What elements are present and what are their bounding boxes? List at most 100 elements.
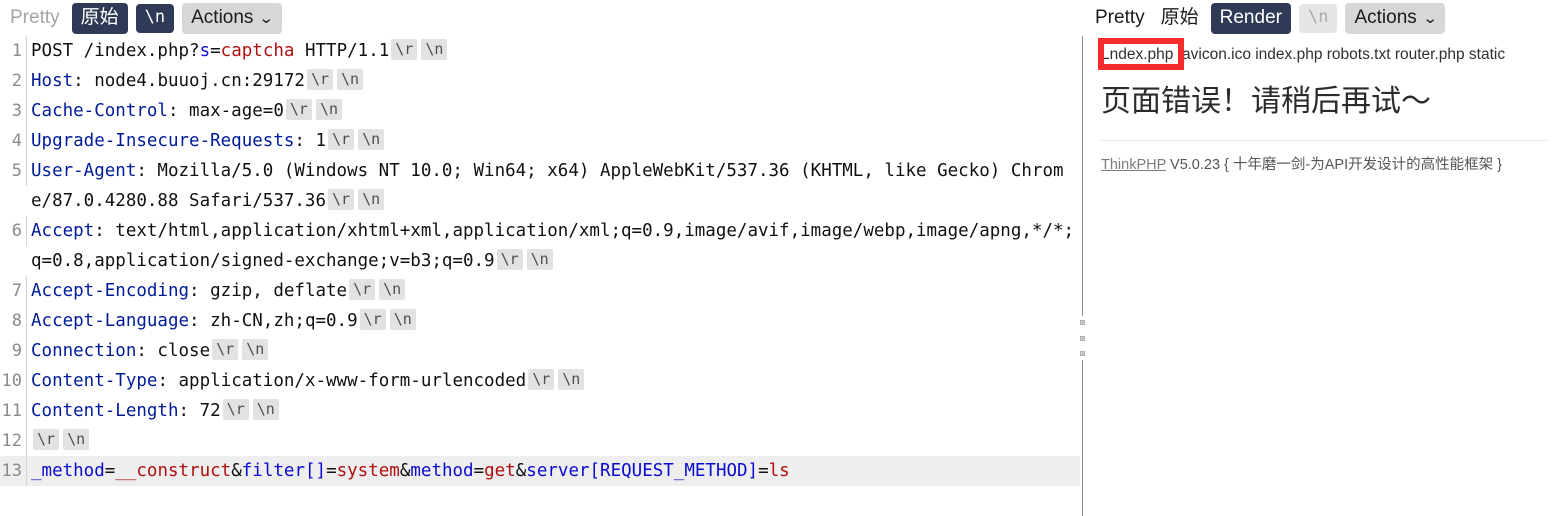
escape-badge: \r (306, 69, 334, 90)
directory-listing-text: Lndex.php favicon.ico index.php robots.t… (1101, 46, 1506, 63)
line-number: 12 (0, 426, 27, 456)
response-toolbar: Pretty 原始 Render \n Actions ⌄ (1085, 0, 1561, 36)
request-line-content: Connection: close \r \n (27, 336, 1080, 366)
line-number: 13 (0, 456, 27, 486)
token-plaintext: : node4.buuoj.cn:29172 (73, 71, 305, 91)
escape-badge: \r (528, 369, 555, 390)
token-plaintext: : gzip, deflate (189, 281, 348, 301)
grip-dot-icon (1079, 351, 1085, 356)
escape-badge: \r (328, 189, 355, 210)
response-render-frame: Lndex.php favicon.ico index.php robots.t… (1087, 36, 1561, 516)
response-tab-raw[interactable]: 原始 (1157, 3, 1203, 34)
escape-badge: \n (242, 339, 269, 360)
line-number: 8 (0, 306, 27, 336)
request-line-content: Host: node4.buuoj.cn:29172 \r \n (27, 66, 1080, 96)
request-line[interactable]: 13 _method=__construct&filter[]=system&me… (0, 456, 1080, 486)
escape-badge: \n (526, 249, 553, 270)
line-number: 9 (0, 336, 27, 366)
request-tab-pretty[interactable]: Pretty (6, 3, 64, 34)
response-actions-button[interactable]: Actions ⌄ (1345, 2, 1446, 34)
token-kw-blue: method (410, 461, 474, 481)
escape-badge: \r (33, 429, 60, 450)
token-hdr: Accept-Encoding (31, 281, 190, 301)
token-plaintext: & (399, 461, 411, 481)
escape-badge: \n (63, 429, 90, 450)
request-line[interactable]: 11 Content-Length: 72 \r \n (0, 396, 1080, 426)
token-hdr: Accept (31, 221, 95, 241)
token-hdr: Connection (31, 341, 137, 361)
chevron-down-icon: ⌄ (1422, 9, 1438, 27)
request-line[interactable]: 12 \r \n (0, 426, 1080, 456)
token-plaintext: = (104, 461, 116, 481)
token-kw-blue: server[REQUEST_METHOD] (526, 461, 759, 481)
token-hdr: Upgrade-Insecure-Requests (31, 131, 295, 151)
token-plaintext: : zh-CN,zh;q=0.9 (189, 311, 358, 331)
token-plaintext: = (210, 41, 221, 61)
line-number: 10 (0, 366, 27, 396)
request-line[interactable]: 1 POST /index.php?s=captcha HTTP/1.1 \r \n (0, 36, 1080, 66)
escape-badge: \r (285, 99, 312, 120)
framework-version-text: V5.0.23 { 十年磨一剑-为API开发设计的高性能框架 } (1166, 157, 1502, 173)
token-plaintext: : application/x-www-form-urlencoded (157, 371, 527, 391)
request-line[interactable]: 3 Cache-Control: max-age=0 \r \n (0, 96, 1080, 126)
token-hdr: Content-Length (31, 401, 179, 421)
escape-badge: \n (389, 309, 416, 330)
escape-badge: \n (358, 189, 385, 210)
token-plaintext: : close (136, 341, 211, 361)
token-hdr: Host (31, 71, 74, 91)
request-pane: Pretty 原始 \n Actions ⌄ 1 POST /index.php?s… (0, 0, 1080, 516)
escape-badge: \n (379, 279, 406, 300)
line-number: 11 (0, 396, 27, 426)
escape-badge: \r (359, 309, 386, 330)
request-line[interactable]: 10 Content-Type: application/x-www-form-u… (0, 366, 1080, 396)
request-line-content: Upgrade-Insecure-Requests: 1 \r \n (27, 126, 1080, 156)
request-line-content: User-Agent: Mozilla/5.0 (Windows NT 10.0… (27, 156, 1080, 216)
request-line[interactable]: 2 Host: node4.buuoj.cn:29172 \r \n (0, 66, 1080, 96)
request-line[interactable]: 8 Accept-Language: zh-CN,zh;q=0.9 \r \n (0, 306, 1080, 336)
token-plaintext: : 1 (294, 131, 327, 151)
chevron-down-icon: ⌄ (258, 9, 275, 27)
token-plaintext: : 72 (178, 401, 221, 421)
grip-dot-icon (1079, 335, 1085, 341)
escape-badge: \r (212, 339, 239, 360)
response-tab-render[interactable]: Render (1210, 2, 1291, 34)
request-line[interactable]: 4 Upgrade-Insecure-Requests: 1 \r \n (0, 126, 1080, 156)
token-kw-blue: _method (31, 461, 105, 481)
escape-badge: \r (349, 279, 376, 300)
escape-badge: \n (421, 39, 448, 60)
token-plaintext: = (326, 461, 337, 481)
token-kw-red: ls (768, 461, 790, 481)
escape-badge: \n (252, 399, 279, 420)
response-toggle-newline[interactable]: \n (1298, 3, 1338, 33)
splitter-line (1082, 36, 1083, 516)
request-line[interactable]: 6 Accept: text/html,application/xhtml+xml… (0, 216, 1080, 276)
token-hdr: Content-Type (31, 371, 158, 391)
line-number: 1 (0, 36, 27, 66)
token-plaintext: POST /index.php? (31, 41, 200, 61)
line-number: 7 (0, 276, 27, 306)
request-tab-raw[interactable]: 原始 (71, 2, 128, 34)
escape-badge: \r (496, 249, 523, 270)
request-editor[interactable]: 1 POST /index.php?s=captcha HTTP/1.1 \r \n 2… (0, 36, 1080, 516)
request-actions-button[interactable]: Actions ⌄ (182, 2, 283, 34)
line-number: 2 (0, 66, 27, 96)
request-line-content: POST /index.php?s=captcha HTTP/1.1 \r \n (27, 36, 1080, 66)
escape-badge: \n (315, 99, 342, 120)
response-actions-label: Actions (1354, 6, 1417, 28)
token-kw-red: __construct (115, 461, 232, 481)
token-hdr: Accept-Language (31, 311, 190, 331)
escape-badge: \r (328, 129, 355, 150)
escape-badge: \n (358, 129, 385, 150)
token-hdr: Cache-Control (31, 101, 168, 121)
request-line[interactable]: 7 Accept-Encoding: gzip, deflate \r \n (0, 276, 1080, 306)
request-line[interactable]: 9 Connection: close \r \n (0, 336, 1080, 366)
thinkphp-link[interactable]: ThinkPHP (1101, 157, 1166, 173)
token-plaintext: = (758, 461, 769, 481)
response-tab-pretty[interactable]: Pretty (1091, 3, 1149, 34)
horizontal-rule (1101, 140, 1547, 141)
line-number: 4 (0, 126, 27, 156)
request-line[interactable]: 5 User-Agent: Mozilla/5.0 (Windows NT 10.… (0, 156, 1080, 216)
request-toggle-newline[interactable]: \n (135, 3, 175, 33)
token-plaintext: : Mozilla/5.0 (Windows NT 10.0; Win64; x… (31, 161, 1064, 211)
rendered-page: Lndex.php favicon.ico index.php robots.t… (1087, 36, 1561, 174)
